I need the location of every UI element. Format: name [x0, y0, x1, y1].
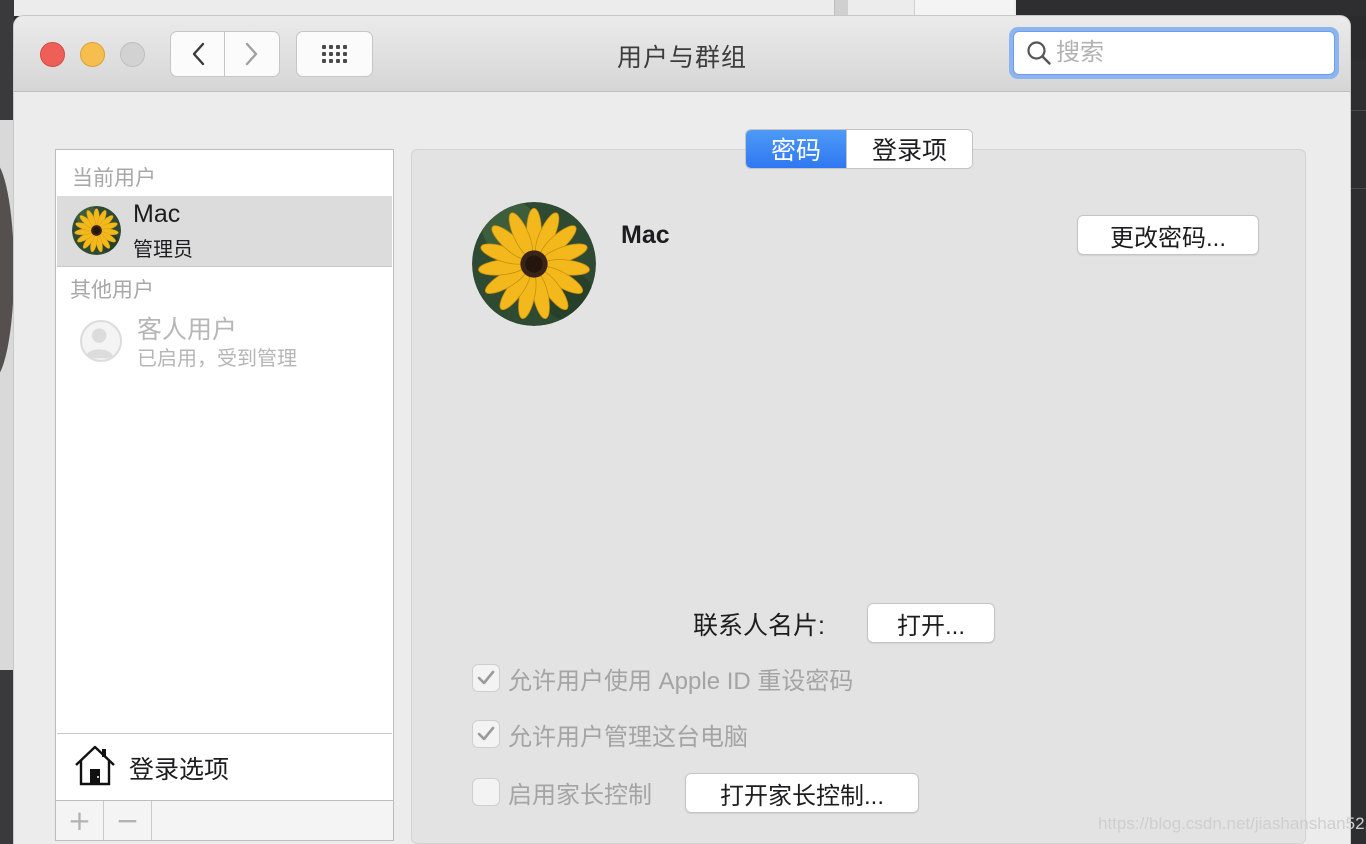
- remove-user-button[interactable]: −: [104, 801, 152, 840]
- parental-controls-label: 启用家长控制: [508, 781, 652, 809]
- background-dark-window: [1016, 0, 1366, 16]
- open-parental-controls-button[interactable]: 打开家长控制...: [685, 773, 919, 813]
- avatar: [72, 206, 121, 255]
- guest-avatar-icon: [80, 320, 122, 362]
- search-icon: [1027, 41, 1051, 65]
- apple-id-reset-label: 允许用户使用 Apple ID 重设密码: [508, 667, 854, 695]
- divider: [57, 266, 392, 267]
- change-password-button[interactable]: 更改密码...: [1077, 215, 1259, 255]
- checkmark-icon: [477, 670, 495, 685]
- guest-user-name: 客人用户: [137, 316, 238, 344]
- user-list-item-guest[interactable]: 客人用户 已启用，受到管理: [57, 308, 392, 378]
- selected-user-name: Mac: [621, 221, 670, 249]
- tab-login-items[interactable]: 登录项: [846, 130, 972, 168]
- checkmark-icon: [477, 726, 495, 741]
- title-bar: 用户与群组: [14, 16, 1350, 92]
- login-options-item[interactable]: 登录选项: [57, 733, 392, 799]
- user-list-item-mac[interactable]: Mac 管理员: [57, 196, 392, 266]
- house-icon: [75, 745, 115, 786]
- add-user-button[interactable]: +: [56, 801, 104, 840]
- guest-user-status: 已启用，受到管理: [137, 348, 297, 370]
- login-options-label: 登录选项: [129, 756, 230, 784]
- search-field[interactable]: [1013, 31, 1335, 75]
- background-dark-strip: [1350, 60, 1366, 844]
- search-input[interactable]: [1056, 39, 1326, 67]
- background-window-edge: [0, 120, 14, 670]
- list-action-bar: + −: [56, 800, 393, 840]
- apple-id-reset-checkbox-row[interactable]: 允许用户使用 Apple ID 重设密码: [472, 663, 854, 695]
- tab-bar: 密码 登录项: [745, 129, 973, 169]
- watermark: https://blog.csdn.net/jiashanshan521: [1098, 814, 1366, 833]
- admin-label: 允许用户管理这台电脑: [508, 723, 748, 751]
- users-groups-window: 用户与群组 当前用户 Mac 管理员 其他用户 客人用户 已启用，受到管理: [14, 16, 1350, 844]
- user-list: 当前用户 Mac 管理员 其他用户 客人用户 已启用，受到管理 登录选项 + −: [55, 149, 394, 841]
- parental-controls-checkbox-row[interactable]: 启用家长控制: [472, 777, 652, 809]
- user-role: 管理员: [133, 239, 193, 261]
- admin-checkbox[interactable]: [472, 720, 500, 748]
- admin-checkbox-row[interactable]: 允许用户管理这台电脑: [472, 719, 748, 751]
- other-users-header: 其他用户: [70, 279, 154, 302]
- apple-id-reset-checkbox[interactable]: [472, 664, 500, 692]
- open-contact-card-button[interactable]: 打开...: [867, 603, 995, 643]
- contact-card-label: 联系人名片:: [693, 612, 825, 640]
- user-name: Mac: [133, 200, 181, 228]
- user-avatar-large[interactable]: [472, 202, 596, 326]
- current-users-header: 当前用户: [72, 167, 156, 190]
- tab-password[interactable]: 密码: [746, 130, 846, 168]
- parental-controls-checkbox[interactable]: [472, 778, 500, 806]
